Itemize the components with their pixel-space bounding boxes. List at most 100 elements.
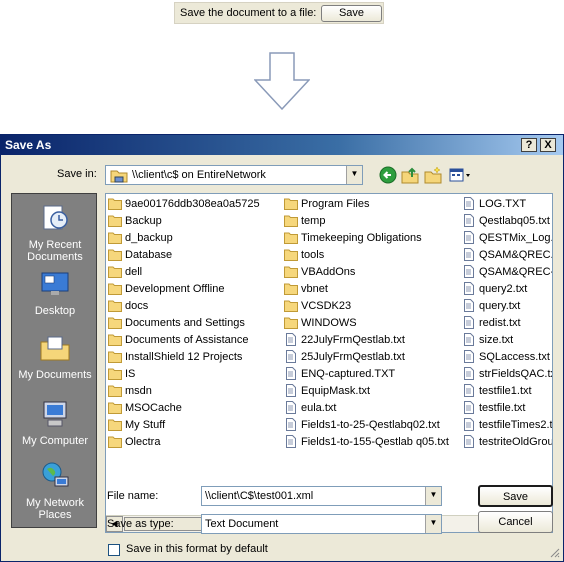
file-name: redist.txt — [479, 317, 521, 329]
save-as-dialog: Save As ? X Save in: \\client\c$ on Enti… — [0, 134, 564, 562]
text-file-icon — [464, 367, 474, 380]
list-item[interactable]: temp — [284, 213, 460, 230]
up-folder-icon[interactable] — [401, 166, 419, 184]
back-icon[interactable] — [379, 166, 397, 184]
cancel-button[interactable]: Cancel — [478, 511, 553, 533]
list-item[interactable]: Backup — [108, 213, 284, 230]
list-item[interactable]: eula.txt — [284, 400, 460, 417]
list-item[interactable]: QSAM&QREC.t — [462, 247, 553, 264]
list-item[interactable]: 25JulyFrmQestlab.txt — [284, 349, 460, 366]
list-item[interactable]: QSAM&QREC-Q — [462, 264, 552, 281]
place-desktop[interactable]: Desktop — [12, 268, 98, 317]
save-button[interactable]: Save — [478, 485, 553, 507]
list-item[interactable]: ENQ-captured.TXT — [284, 366, 460, 383]
text-file-icon — [286, 333, 296, 346]
list-item[interactable]: testriteOldGrou — [462, 434, 552, 451]
list-item[interactable]: d_backup — [108, 230, 284, 247]
list-item[interactable]: Fields1-to-155-Qestlab q05.txt — [284, 434, 460, 451]
list-item[interactable]: LOG.TXT — [462, 196, 552, 213]
text-file-icon — [464, 418, 474, 431]
save-in-dropdown[interactable]: \\client\c$ on EntireNetwork ▼ — [105, 165, 363, 185]
list-item[interactable]: Qestlabq05.txt — [462, 213, 552, 230]
save-as-type-dropdown[interactable]: Text Document ▼ — [201, 514, 442, 534]
file-name-label: File name: — [107, 490, 159, 502]
chevron-down-icon[interactable]: ▼ — [425, 515, 441, 533]
list-item[interactable]: Fields1-to-25-Qestlabq02.txt — [284, 417, 460, 434]
list-item[interactable]: SQLaccess.txt — [462, 349, 552, 366]
file-name: My Stuff — [125, 419, 166, 431]
text-file-icon — [464, 214, 474, 227]
place-my-computer[interactable]: My Computer — [12, 398, 98, 447]
save-to-file-button[interactable]: Save — [321, 5, 382, 22]
list-item[interactable]: docs — [108, 298, 284, 315]
file-name: Fields1-to-155-Qestlab q05.txt — [301, 436, 449, 448]
file-name: 9ae00176ddb308ea0a5725 — [125, 198, 260, 210]
dialog-title: Save As — [5, 138, 52, 152]
list-item[interactable]: VBAddOns — [284, 264, 460, 281]
place-label: My Recent Documents — [27, 239, 83, 263]
file-list[interactable]: 9ae00176ddb308ea0a5725 Backup d_backup Data… — [105, 193, 553, 533]
chevron-down-icon[interactable]: ▼ — [346, 166, 362, 184]
list-item[interactable]: testfileTimes2.t — [462, 417, 553, 434]
place-my-network-places[interactable]: My Network Places — [12, 460, 98, 521]
file-name: Development Offline — [125, 283, 225, 295]
list-item[interactable]: testfile1.txt — [462, 383, 552, 400]
folder-icon — [284, 300, 298, 312]
help-button[interactable]: ? — [521, 138, 537, 152]
list-item[interactable]: msdn — [108, 383, 284, 400]
place-my-documents[interactable]: My Documents — [12, 332, 98, 381]
list-item[interactable]: MSOCache — [108, 400, 284, 417]
close-button[interactable]: X — [540, 138, 556, 152]
list-item[interactable]: query2.txt — [462, 281, 552, 298]
file-name: query2.txt — [479, 283, 528, 295]
list-item[interactable]: My Stuff — [108, 417, 284, 434]
list-item[interactable]: strFieldsQAC.tx — [462, 366, 552, 383]
list-item[interactable]: Documents of Assistance — [108, 332, 284, 349]
list-item[interactable]: size.txt — [462, 332, 552, 349]
list-item[interactable]: dell — [108, 264, 284, 281]
file-name: d_backup — [125, 232, 173, 244]
list-item[interactable]: tools — [284, 247, 460, 264]
list-item[interactable]: vbnet — [284, 281, 460, 298]
list-item[interactable]: QESTMix_Log.t — [462, 230, 552, 247]
chevron-down-icon[interactable]: ▼ — [425, 487, 441, 505]
list-item[interactable]: Timekeeping Obligations — [284, 230, 460, 247]
save-as-type-label: Save as type: — [107, 518, 174, 530]
list-item[interactable]: 22JulyFrmQestlab.txt — [284, 332, 460, 349]
file-name: testfile.txt — [479, 402, 526, 414]
list-item[interactable]: WINDOWS — [284, 315, 460, 332]
list-item[interactable]: redist.txt — [462, 315, 552, 332]
list-item[interactable]: query.txt — [462, 298, 552, 315]
list-item[interactable]: 9ae00176ddb308ea0a5725 — [108, 196, 284, 213]
file-name: LOG.TXT — [479, 198, 527, 210]
text-file-icon — [286, 401, 296, 414]
file-name-field[interactable]: \\client\C$\test001.xml ▼ — [201, 486, 442, 506]
down-arrow-icon — [254, 52, 310, 110]
file-name: Qestlabq05.txt — [479, 215, 550, 227]
file-name: testfileTimes2.t — [479, 419, 553, 431]
list-item[interactable]: InstallShield 12 Projects — [108, 349, 284, 366]
file-name: QSAM&QREC.t — [479, 249, 553, 261]
file-name: InstallShield 12 Projects — [125, 351, 243, 363]
file-name-value[interactable]: \\client\C$\test001.xml — [205, 490, 313, 502]
file-name: Timekeeping Obligations — [301, 232, 422, 244]
list-item[interactable]: Olectra — [108, 434, 284, 451]
text-file-icon — [464, 299, 474, 312]
default-format-checkbox[interactable] — [108, 544, 120, 556]
resize-grip-icon[interactable] — [548, 546, 560, 558]
list-item[interactable]: VCSDK23 — [284, 298, 460, 315]
place-my-recent-documents[interactable]: My Recent Documents — [12, 202, 98, 263]
list-item[interactable]: Program Files — [284, 196, 460, 213]
title-bar: Save As ? X — [1, 135, 563, 155]
list-item[interactable]: IS — [108, 366, 284, 383]
list-item[interactable]: EquipMask.txt — [284, 383, 460, 400]
list-item[interactable]: Documents and Settings — [108, 315, 284, 332]
folder-icon — [284, 266, 298, 278]
new-folder-icon[interactable] — [424, 166, 442, 184]
list-item[interactable]: testfile.txt — [462, 400, 552, 417]
list-item[interactable]: Database — [108, 247, 284, 264]
list-item[interactable]: Development Offline — [108, 281, 284, 298]
folder-icon — [108, 351, 122, 363]
text-file-icon — [464, 384, 474, 397]
views-menu-icon[interactable] — [448, 166, 472, 184]
